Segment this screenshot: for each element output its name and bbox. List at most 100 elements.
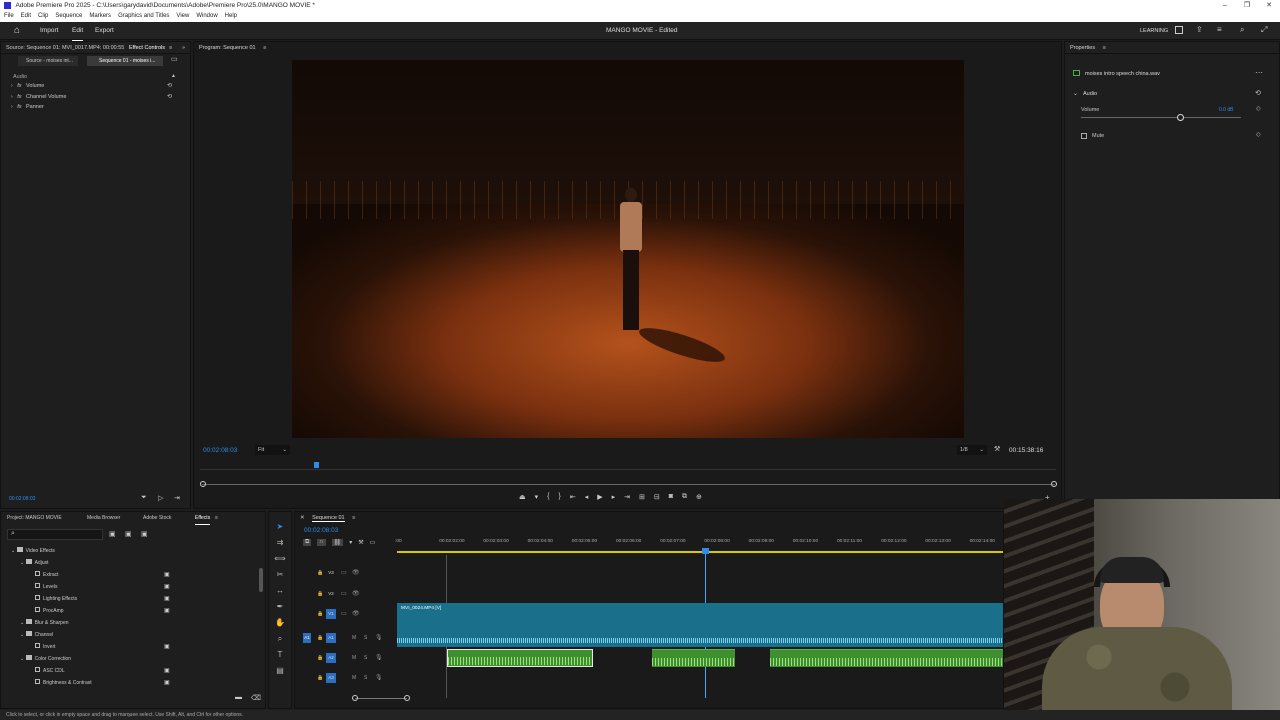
chevron-down-icon[interactable]: ⌄ bbox=[1073, 90, 1078, 97]
mute-track-icon[interactable]: M bbox=[352, 675, 356, 681]
tab-media-browser[interactable]: Media Browser bbox=[87, 512, 120, 524]
button-editor-icon[interactable]: ⊕ bbox=[696, 493, 702, 501]
workspace-import[interactable]: Import bbox=[40, 22, 58, 40]
reset-icon[interactable]: ⟲ bbox=[1255, 89, 1261, 97]
track-target[interactable]: A3 bbox=[326, 673, 336, 683]
panel-menu-icon[interactable]: ≡ bbox=[352, 515, 355, 521]
menu-markers[interactable]: Markers bbox=[89, 11, 111, 22]
tab-effects[interactable]: Effects bbox=[195, 512, 211, 525]
tab-effect-controls[interactable]: Effect Controls bbox=[129, 42, 165, 53]
home-icon[interactable]: ⌂ bbox=[14, 25, 20, 36]
effects-search[interactable]: ⌕ bbox=[7, 529, 103, 540]
step-back-icon[interactable]: ◂ bbox=[585, 493, 589, 501]
workspace-edit[interactable]: Edit bbox=[72, 22, 84, 42]
hand-tool-icon[interactable]: ✋ bbox=[275, 618, 285, 631]
chevron-right-icon[interactable]: › bbox=[11, 94, 13, 100]
snap-icon[interactable]: ∩ bbox=[317, 539, 326, 546]
chevron-right-icon[interactable]: › bbox=[11, 83, 13, 89]
effects-item[interactable]: Lighting Effects ▣ bbox=[1, 593, 261, 605]
menu-edit[interactable]: Edit bbox=[21, 11, 31, 22]
type-tool-icon[interactable]: T bbox=[278, 650, 283, 663]
solo-track-icon[interactable]: S bbox=[364, 675, 367, 681]
audio-clip-a2-selected[interactable] bbox=[447, 649, 593, 667]
scroll-handle-left[interactable] bbox=[200, 481, 206, 487]
track-header-a3[interactable]: 🔒 A3 M S 🎙 bbox=[295, 673, 395, 693]
chevron-down-icon[interactable]: ⌄ bbox=[20, 560, 24, 566]
wrench-icon[interactable]: ⚒ bbox=[358, 539, 363, 546]
linked-selection-icon[interactable]: ⛓ bbox=[331, 539, 344, 546]
lock-icon[interactable]: 🔒 bbox=[317, 591, 323, 597]
chevron-down-icon[interactable]: ⌄ bbox=[11, 548, 15, 554]
track-target[interactable]: A2 bbox=[326, 653, 336, 663]
zoom-tool-icon[interactable]: ⌕ bbox=[278, 634, 282, 647]
effects-item[interactable]: Extract ▣ bbox=[1, 569, 261, 581]
tab-adobe-stock[interactable]: Adobe Stock bbox=[143, 512, 171, 524]
track-header-v1[interactable]: 🔒 V1 ▭ 👁 bbox=[295, 609, 395, 629]
lock-icon[interactable]: 🔒 bbox=[317, 655, 323, 661]
step-forward-icon[interactable]: ▸ bbox=[612, 493, 616, 501]
timeline-ruler[interactable]: :00 00:02:02:00 00:02:03:00 00:02:04:00 00:0… bbox=[395, 539, 1020, 553]
eye-icon[interactable]: 👁 bbox=[352, 590, 360, 597]
more-options-icon[interactable]: ⋯ bbox=[1255, 68, 1263, 77]
close-tab-icon[interactable]: ✕ bbox=[300, 515, 305, 521]
mini-ruler[interactable] bbox=[200, 460, 1056, 470]
quick-export-icon[interactable]: ⇪ bbox=[1196, 25, 1203, 34]
track-target[interactable]: A1 bbox=[326, 633, 336, 643]
menu-icon[interactable]: ≡ bbox=[1217, 25, 1222, 34]
sync-lock-icon[interactable]: ▭ bbox=[341, 610, 347, 617]
fullscreen-icon[interactable]: ⤢ bbox=[1261, 25, 1267, 35]
chevron-down-icon[interactable]: ⌄ bbox=[20, 656, 24, 662]
menu-sequence[interactable]: Sequence bbox=[55, 11, 82, 22]
panel-menu-icon[interactable]: ≡ bbox=[1103, 45, 1106, 51]
source-patch-a1[interactable]: A1 bbox=[303, 633, 311, 643]
track-select-icon[interactable]: ⇉ bbox=[277, 538, 284, 551]
razor-tool-icon[interactable]: ✂ bbox=[277, 570, 284, 583]
effects-item[interactable]: ProcAmp ▣ bbox=[1, 605, 261, 617]
yuv-effects-icon[interactable]: ▣ bbox=[141, 530, 148, 538]
audio-clip-a1[interactable] bbox=[397, 633, 1003, 647]
panel-menu-icon[interactable]: ≡ bbox=[169, 42, 172, 53]
sync-lock-icon[interactable]: ▭ bbox=[341, 569, 347, 576]
go-to-in-icon[interactable]: ⇤ bbox=[570, 493, 576, 501]
go-to-out-icon[interactable]: ⇥ bbox=[624, 493, 630, 501]
ripple-edit-icon[interactable]: ⟺ bbox=[274, 554, 285, 567]
ec-row-volume[interactable]: › fx Volume ⟲ bbox=[1, 81, 172, 91]
ec-row-panner[interactable]: › fx Panner bbox=[1, 102, 44, 112]
effects-item[interactable]: Brightness & Contrast ▣ bbox=[1, 677, 261, 689]
menu-view[interactable]: View bbox=[176, 11, 189, 22]
sync-lock-icon[interactable]: ▭ bbox=[341, 590, 347, 597]
mark-out-icon[interactable]: } bbox=[558, 493, 560, 501]
compare-icon[interactable]: ⧉ bbox=[682, 493, 687, 501]
workspaces-icon[interactable] bbox=[1175, 26, 1183, 34]
lock-icon[interactable]: 🔒 bbox=[317, 611, 323, 617]
maximize-icon[interactable]: ❐ bbox=[1236, 0, 1258, 11]
effects-folder[interactable]: ⌄ Video Effects bbox=[1, 545, 261, 557]
export-frame-icon[interactable]: ◙ bbox=[669, 493, 673, 501]
workspace-export[interactable]: Export bbox=[95, 22, 114, 40]
program-tab[interactable]: Program: Sequence 01 bbox=[199, 45, 256, 51]
properties-tab[interactable]: Properties bbox=[1070, 45, 1095, 51]
eye-icon[interactable]: 👁 bbox=[352, 610, 360, 617]
playhead-head[interactable] bbox=[702, 548, 709, 554]
export-icon[interactable]: ⇥ bbox=[174, 494, 180, 502]
toggle-timeline-icon[interactable]: ▭ bbox=[171, 55, 178, 63]
ec-row-channel-volume[interactable]: › fx Channel Volume ⟲ bbox=[1, 92, 172, 102]
effects-scrollbar[interactable] bbox=[259, 568, 263, 592]
pen-tool-icon[interactable]: ✒ bbox=[277, 602, 284, 615]
scroll-handle-left[interactable] bbox=[352, 695, 358, 701]
delete-icon[interactable]: ⌫ bbox=[251, 694, 261, 702]
volume-slider-thumb[interactable] bbox=[1177, 114, 1185, 121]
keyframe-icon[interactable]: ◇ bbox=[1256, 105, 1261, 112]
volume-value[interactable]: 0.0 dB bbox=[1219, 107, 1233, 113]
insert-icon[interactable]: ⊞ bbox=[639, 493, 645, 501]
panel-menu-icon[interactable]: ≡ bbox=[263, 45, 266, 51]
tab-source[interactable]: Source: Sequence 01: MVI_0017.MP4: 00:00… bbox=[6, 42, 124, 53]
subtab-source[interactable]: Source - moises int... bbox=[18, 56, 78, 66]
reset-icon[interactable]: ⟲ bbox=[167, 81, 172, 91]
scroll-handle-right[interactable] bbox=[1051, 481, 1057, 487]
timeline-scrollbar[interactable] bbox=[352, 695, 410, 702]
mute-track-icon[interactable]: M bbox=[352, 655, 356, 661]
minimize-icon[interactable]: – bbox=[1214, 0, 1236, 11]
audio-clip-a2-3[interactable] bbox=[770, 649, 1003, 667]
effects-item[interactable]: Levels ▣ bbox=[1, 581, 261, 593]
